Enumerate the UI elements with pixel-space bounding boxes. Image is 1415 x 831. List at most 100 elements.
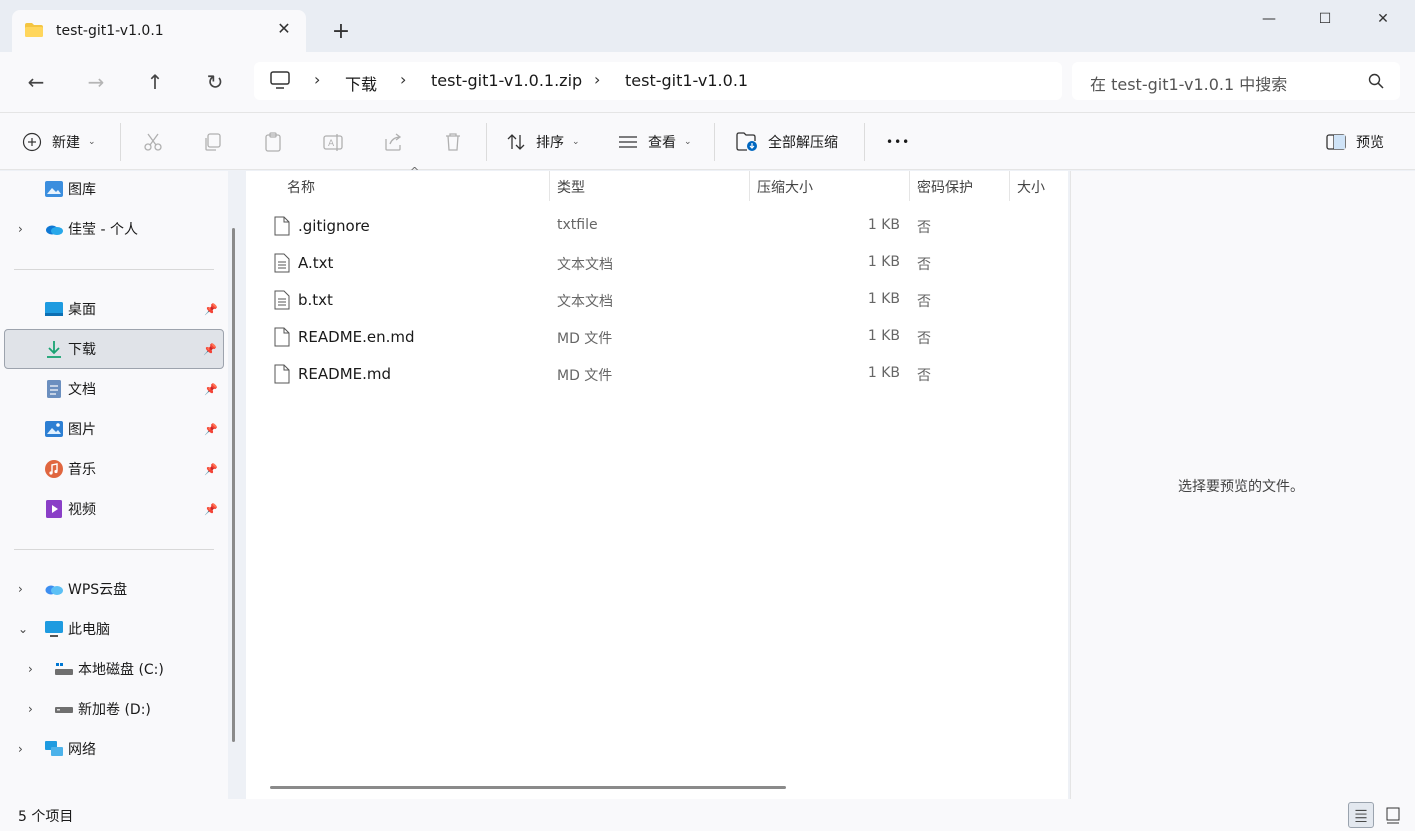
sidebar-item-desktop[interactable]: 桌面 📌 — [4, 289, 224, 329]
address-bar[interactable]: › 下载 › test-git1-v1.0.1.zip › test-git1-… — [254, 62, 1062, 100]
search-box[interactable]: 在 test-git1-v1.0.1 中搜索 — [1072, 62, 1400, 100]
maximize-button[interactable]: ☐ — [1302, 6, 1348, 32]
column-header-type[interactable]: 类型 — [557, 177, 585, 197]
tiles-view-icon[interactable] — [1380, 802, 1406, 828]
file-name: b.txt — [298, 291, 333, 309]
status-bar: 5 个项目 — [0, 799, 1415, 831]
file-icon — [274, 216, 290, 236]
column-divider[interactable] — [909, 171, 910, 201]
pin-icon[interactable]: 📌 — [204, 503, 218, 516]
folder-icon — [25, 23, 43, 37]
search-input[interactable]: 在 test-git1-v1.0.1 中搜索 — [1090, 71, 1287, 95]
column-header-password[interactable]: 密码保护 — [917, 177, 973, 197]
table-row[interactable]: README.en.md MD 文件 1 KB 否 — [270, 319, 1060, 356]
details-view-icon[interactable] — [1348, 802, 1374, 828]
tab-active[interactable]: test-git1-v1.0.1 ✕ — [12, 10, 306, 52]
cut-icon[interactable] — [142, 131, 164, 153]
pin-icon[interactable]: 📌 — [204, 463, 218, 476]
pin-icon[interactable]: 📌 — [204, 303, 218, 316]
chevron-right-icon[interactable]: › — [28, 702, 33, 716]
download-icon — [47, 341, 61, 358]
file-type: MD 文件 — [557, 331, 613, 347]
file-name: README.md — [298, 365, 392, 383]
computer-icon — [270, 71, 290, 89]
minimize-button[interactable]: — — [1246, 6, 1292, 32]
pin-icon[interactable]: 📌 — [204, 423, 218, 436]
new-button[interactable]: 新建 ⌄ — [22, 129, 96, 155]
chevron-right-icon[interactable]: › — [18, 222, 23, 236]
sidebar-item-label: 本地磁盘 (C:) — [78, 662, 164, 678]
table-row[interactable]: .gitignore txtfile 1 KB 否 — [270, 208, 1060, 245]
column-divider[interactable] — [1009, 171, 1010, 201]
view-lines-icon — [619, 136, 637, 148]
extract-all-button[interactable]: 全部解压缩 — [736, 129, 838, 155]
view-button[interactable]: 查看 ⌄ — [618, 129, 692, 155]
column-header-size[interactable]: 大小 — [1017, 177, 1045, 197]
breadcrumb-folder[interactable]: test-git1-v1.0.1 — [625, 71, 748, 90]
music-icon — [45, 460, 63, 478]
table-row[interactable]: README.md MD 文件 1 KB 否 — [270, 356, 1060, 393]
back-button[interactable]: ← — [18, 66, 54, 98]
delete-icon[interactable] — [442, 131, 464, 153]
text-file-icon — [274, 290, 290, 310]
extract-folder-icon — [736, 132, 757, 151]
sidebar-item-videos[interactable]: 视频 📌 — [4, 489, 224, 529]
sidebar-item-music[interactable]: 音乐 📌 — [4, 449, 224, 489]
chevron-right-icon[interactable]: › — [28, 662, 33, 676]
chevron-right-icon[interactable]: › — [18, 582, 23, 596]
sidebar-item-gallery[interactable]: 图库 — [4, 169, 224, 209]
sidebar-item-onedrive[interactable]: › 佳莹 - 个人 — [4, 209, 224, 249]
sidebar-item-network[interactable]: › 网络 — [4, 729, 224, 769]
sidebar-item-label: 桌面 — [68, 302, 96, 318]
file-password: 否 — [917, 331, 931, 347]
pin-icon[interactable]: 📌 — [203, 343, 217, 356]
breadcrumb-zip[interactable]: test-git1-v1.0.1.zip — [431, 71, 582, 90]
column-header-compressed-size[interactable]: 压缩大小 — [757, 177, 813, 197]
sidebar-item-documents[interactable]: 文档 📌 — [4, 369, 224, 409]
sort-icon — [507, 134, 525, 150]
sidebar-scrollbar[interactable] — [232, 228, 235, 742]
pin-icon[interactable]: 📌 — [204, 383, 218, 396]
sidebar-item-drive-c[interactable]: › 本地磁盘 (C:) — [4, 649, 224, 689]
up-button[interactable]: ↑ — [137, 66, 173, 98]
rename-icon[interactable]: A — [322, 131, 344, 153]
wps-cloud-icon — [45, 585, 63, 595]
tab-close-icon[interactable]: ✕ — [274, 19, 294, 39]
sidebar-item-wps-cloud[interactable]: › WPS云盘 — [4, 569, 224, 609]
more-button[interactable]: ••• — [886, 129, 910, 155]
file-icon — [274, 364, 290, 384]
breadcrumb-downloads[interactable]: 下载 — [345, 71, 377, 95]
share-icon[interactable] — [382, 131, 404, 153]
table-row[interactable]: b.txt 文本文档 1 KB 否 — [270, 282, 1060, 319]
sidebar-item-label: 音乐 — [68, 462, 96, 478]
plus-circle-icon — [22, 132, 42, 152]
sort-label: 排序 — [536, 135, 564, 151]
paste-icon[interactable] — [262, 131, 284, 153]
refresh-button[interactable]: ↻ — [197, 66, 233, 98]
sidebar-item-drive-d[interactable]: › 新加卷 (D:) — [4, 689, 224, 729]
column-divider[interactable] — [549, 171, 550, 201]
documents-icon — [47, 380, 61, 398]
sidebar-item-this-pc[interactable]: ⌄ 此电脑 — [4, 609, 224, 649]
file-password: 否 — [917, 220, 931, 236]
preview-button[interactable]: 预览 — [1326, 129, 1384, 155]
file-icon — [274, 327, 290, 347]
column-divider[interactable] — [749, 171, 750, 201]
sort-button[interactable]: 排序 ⌄ — [506, 129, 580, 155]
sidebar-item-pictures[interactable]: 图片 📌 — [4, 409, 224, 449]
copy-icon[interactable] — [202, 131, 224, 153]
file-compressed-size: 1 KB — [867, 328, 900, 344]
chevron-down-icon[interactable]: ⌄ — [18, 622, 28, 636]
sidebar-divider — [14, 269, 214, 270]
toolbar-divider — [486, 123, 487, 161]
forward-button[interactable]: → — [78, 66, 114, 98]
sidebar-item-label: 此电脑 — [68, 622, 110, 638]
new-tab-button[interactable]: + — [326, 18, 356, 48]
sidebar-item-downloads[interactable]: 下载 📌 — [4, 329, 224, 369]
horizontal-scrollbar[interactable] — [270, 786, 786, 789]
chevron-right-icon[interactable]: › — [18, 742, 23, 756]
column-header-name[interactable]: 名称 — [287, 177, 315, 197]
close-window-button[interactable]: ✕ — [1360, 6, 1406, 32]
preview-message: 选择要预览的文件。 — [1178, 479, 1304, 495]
table-row[interactable]: A.txt 文本文档 1 KB 否 — [270, 245, 1060, 282]
